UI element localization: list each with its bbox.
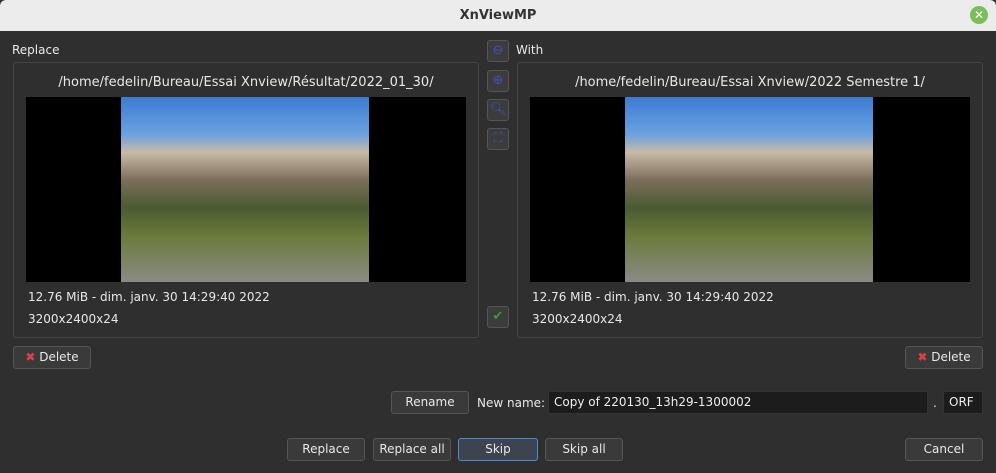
cancel-button[interactable]: Cancel bbox=[905, 438, 983, 461]
zoom-fit-icon: 🔍︎ bbox=[489, 102, 507, 117]
fullscreen-button[interactable]: ⛶ bbox=[487, 128, 509, 150]
with-photo bbox=[625, 97, 873, 282]
replace-label: Replace bbox=[12, 43, 60, 57]
with-dims: 3200x2400x24 bbox=[532, 312, 623, 326]
sync-button[interactable]: ✔ bbox=[487, 306, 509, 328]
zoom-fit-button[interactable]: 🔍︎ bbox=[487, 99, 509, 121]
replace-path: /home/fedelin/Bureau/Essai Xnview/Résult… bbox=[58, 75, 434, 90]
extension-input[interactable]: ORF bbox=[943, 391, 983, 414]
zoom-out-button[interactable]: ⊖ bbox=[487, 40, 509, 62]
with-label: With bbox=[516, 43, 544, 57]
delete-icon: ✖ bbox=[917, 350, 928, 364]
with-panel: /home/fedelin/Bureau/Essai Xnview/2022 S… bbox=[517, 62, 983, 338]
title-bar: XnViewMP ✕ bbox=[0, 0, 996, 31]
delete-icon: ✖ bbox=[25, 350, 36, 364]
replace-photo bbox=[121, 97, 369, 282]
replace-image-view[interactable] bbox=[26, 97, 466, 282]
zoom-out-icon: ⊖ bbox=[492, 43, 504, 58]
delete-right-label: Delete bbox=[931, 350, 971, 364]
delete-right-button[interactable]: ✖ Delete bbox=[905, 346, 983, 369]
skip-all-button[interactable]: Skip all bbox=[545, 438, 623, 461]
replace-button[interactable]: Replace bbox=[287, 438, 365, 461]
rename-button[interactable]: Rename bbox=[391, 391, 469, 414]
with-path: /home/fedelin/Bureau/Essai Xnview/2022 S… bbox=[575, 75, 925, 90]
zoom-in-icon: ⊕ bbox=[492, 73, 504, 88]
with-info: 12.76 MiB - dim. janv. 30 14:29:40 2022 bbox=[532, 290, 774, 304]
new-name-label: New name: bbox=[477, 396, 546, 410]
with-image-view[interactable] bbox=[530, 97, 970, 282]
replace-dims: 3200x2400x24 bbox=[28, 312, 119, 326]
skip-button[interactable]: Skip bbox=[458, 438, 538, 461]
replace-all-button[interactable]: Replace all bbox=[373, 438, 451, 461]
close-button[interactable]: ✕ bbox=[970, 6, 988, 24]
extension-dot: . bbox=[933, 396, 937, 410]
checkmark-icon: ✔ bbox=[492, 309, 504, 324]
delete-left-label: Delete bbox=[39, 350, 79, 364]
replace-info: 12.76 MiB - dim. janv. 30 14:29:40 2022 bbox=[28, 290, 270, 304]
window-title: XnViewMP bbox=[459, 8, 537, 23]
replace-panel: /home/fedelin/Bureau/Essai Xnview/Résult… bbox=[13, 62, 479, 338]
delete-left-button[interactable]: ✖ Delete bbox=[13, 346, 91, 369]
new-name-input[interactable]: Copy of 220130_13h29-1300002 bbox=[548, 391, 928, 414]
fullscreen-icon: ⛶ bbox=[493, 131, 503, 146]
zoom-in-button[interactable]: ⊕ bbox=[487, 70, 509, 92]
